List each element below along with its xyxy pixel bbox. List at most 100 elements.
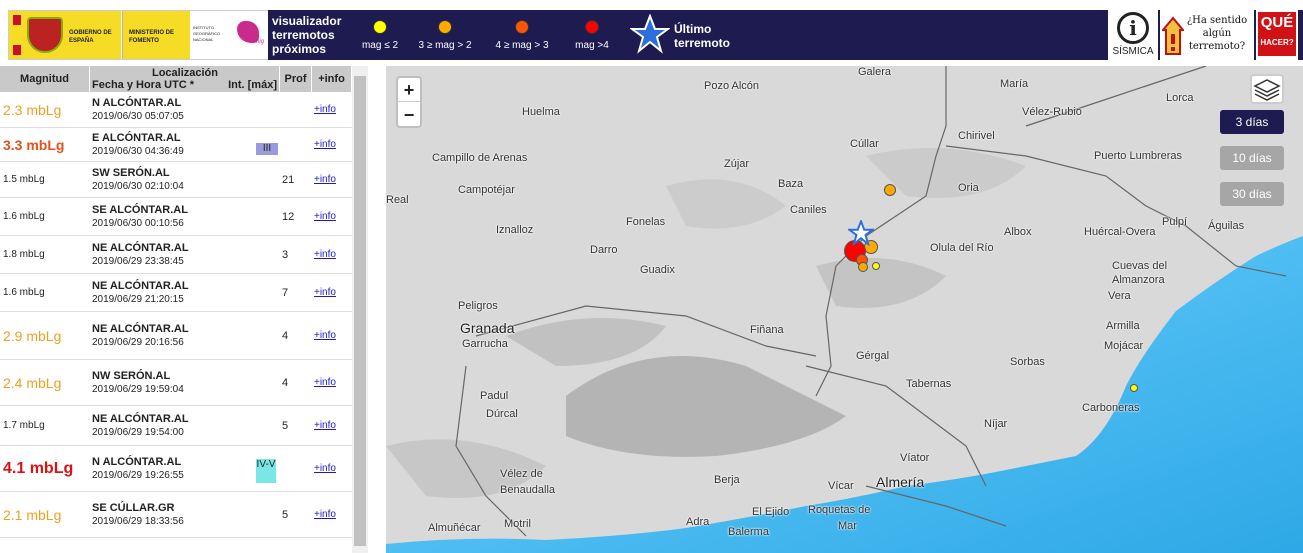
- depth-value: 4: [282, 376, 289, 389]
- header-localizacion[interactable]: Localización Fecha y Hora UTC * Int. [má…: [90, 66, 280, 92]
- layers-icon: [1253, 79, 1281, 101]
- magnitude-cell: 1.7 mbLg: [0, 406, 90, 445]
- more-info-link[interactable]: +info: [314, 446, 336, 491]
- town-label: Campillo de Arenas: [432, 152, 528, 164]
- sismica-info-button[interactable]: i SÍSMICA: [1108, 10, 1158, 60]
- town-label: Pozo Alcón: [704, 80, 760, 92]
- coat-of-arms-icon: [27, 17, 63, 53]
- table-row[interactable]: 1.5 mbLg SW SERÓN.AL 2019/06/30 02:10:04 21…: [0, 162, 352, 198]
- more-info-link[interactable]: +info: [314, 274, 336, 311]
- town-label: Padul: [480, 390, 509, 402]
- town-label: María: [1000, 78, 1029, 90]
- legend-label: 4 ≥ mag > 3: [495, 40, 549, 51]
- more-info-link[interactable]: +info: [314, 360, 336, 405]
- town-label: Vélez-Rubio: [1022, 106, 1082, 118]
- town-label: Benaudalla: [500, 484, 556, 496]
- more-info-link[interactable]: +info: [314, 406, 336, 445]
- table-row[interactable]: 2.1 mbLg SE CÚLLAR.GR 2019/06/29 18:33:56 5…: [0, 492, 352, 538]
- town-label: Huércal-Overa: [1084, 226, 1156, 238]
- town-label: Darro: [590, 244, 618, 256]
- header-loc-title: Localización: [151, 67, 219, 79]
- zoom-in-button[interactable]: +: [398, 78, 420, 102]
- table-row[interactable]: 1.8 mbLg NE ALCÓNTAR.AL 2019/06/29 23:38:4…: [0, 236, 352, 274]
- institution-logos[interactable]: GOBIERNO DE ESPAÑA MINISTERIO DE FOMENTO…: [8, 10, 269, 60]
- table-row[interactable]: 4.1 mbLg N ALCÓNTAR.AL 2019/06/29 19:26:55…: [0, 446, 352, 492]
- depth-value: [282, 446, 308, 491]
- date-time: 2019/06/29 19:54:00: [92, 427, 184, 438]
- town-label: Galera: [858, 66, 892, 78]
- town-label: Almuñécar: [428, 522, 481, 534]
- quake-marker-yellow[interactable]: [872, 262, 880, 270]
- more-info-link[interactable]: +info: [314, 492, 336, 537]
- que-hacer-button[interactable]: QUÉ HACER?: [1256, 10, 1298, 60]
- magnitude-cell: 2.4 mbLg: [0, 360, 90, 405]
- ign-logo: INSTITUTO GEOGRÁFICO NACIONAL: [191, 11, 231, 59]
- table-row[interactable]: 1.6 mbLg SE ALCÓNTAR.AL 2019/06/30 00:10:5…: [0, 198, 352, 236]
- header-intensidad: Int. [máx]: [228, 79, 277, 91]
- town-label: Chirivel: [958, 130, 995, 142]
- header-info: +info: [312, 66, 352, 92]
- quake-marker-yellow[interactable]: [1130, 384, 1138, 392]
- more-info-link[interactable]: +info: [314, 312, 336, 359]
- town-label: Peligros: [458, 300, 498, 312]
- legend-label: 3 ≥ mag > 2: [418, 40, 472, 51]
- town-label: Puerto Lumbreras: [1094, 150, 1183, 162]
- felt-report-button[interactable]: ¿Ha sentido algún terremoto?: [1160, 10, 1254, 60]
- cnig-logo: cnig: [231, 11, 269, 59]
- house-alert-icon: [1162, 16, 1184, 55]
- filter-30-days-button[interactable]: 30 días: [1220, 182, 1284, 206]
- zoom-out-button[interactable]: −: [398, 103, 420, 127]
- filter-10-days-button[interactable]: 10 días: [1220, 146, 1284, 170]
- header-magnitud[interactable]: Magnitud: [0, 66, 90, 92]
- legend-dot-red-icon: [585, 20, 599, 34]
- table-row[interactable]: 2.3 mbLg N ALCÓNTAR.AL 2019/06/30 05:07:05…: [0, 92, 352, 128]
- more-info-link[interactable]: +info: [314, 236, 336, 273]
- magnitude-cell: 1.8 mbLg: [0, 236, 90, 273]
- header-prof[interactable]: Prof: [280, 66, 312, 92]
- town-label: Iznalloz: [496, 224, 534, 236]
- filter-3-days-button[interactable]: 3 días: [1220, 110, 1284, 134]
- ign-text: INSTITUTO GEOGRÁFICO NACIONAL: [193, 25, 221, 42]
- sismica-label: SÍSMICA: [1112, 46, 1154, 57]
- legend-mag-3-4: 4 ≥ mag > 3: [486, 10, 558, 60]
- town-label: Carboneras: [1082, 402, 1140, 414]
- magnitude-value: 2.3 mbLg: [3, 101, 62, 118]
- depth-value: 12: [282, 210, 295, 223]
- latest-quake-star-icon[interactable]: [848, 220, 874, 246]
- town-label: Berja: [714, 474, 740, 486]
- more-info-link[interactable]: +info: [314, 128, 336, 161]
- town-label: Balerma: [728, 526, 769, 538]
- magnitude-value: 4.1 mbLg: [3, 459, 74, 477]
- list-scrollbar[interactable]: [352, 66, 368, 553]
- depth-value: 5: [282, 419, 289, 432]
- more-info-link[interactable]: +info: [314, 92, 336, 127]
- location-name: NE ALCÓNTAR.AL: [92, 413, 189, 425]
- legend-label: mag >4: [575, 40, 609, 51]
- spain-flag-icon: [13, 15, 21, 55]
- quake-marker-orange[interactable]: [884, 184, 896, 196]
- town-label: Mojácar: [1104, 340, 1144, 352]
- hacer-text: HACER?: [1260, 38, 1294, 47]
- quake-marker-orange[interactable]: [858, 262, 868, 272]
- table-row[interactable]: 1.6 mbLg NE ALCÓNTAR.AL 2019/06/29 21:20:1…: [0, 274, 352, 312]
- magnitude-cell: 2.9 mbLg: [0, 312, 90, 359]
- magnitude-cell: 4.1 mbLg: [0, 446, 90, 491]
- table-row[interactable]: 1.7 mbLg NE ALCÓNTAR.AL 2019/06/29 19:54:0…: [0, 406, 352, 446]
- more-info-link[interactable]: +info: [314, 162, 336, 197]
- date-time: 2019/06/30 04:36:49: [92, 146, 184, 157]
- layers-button[interactable]: [1250, 74, 1284, 104]
- zoom-control: + −: [396, 76, 422, 128]
- more-info-link[interactable]: +info: [314, 198, 336, 235]
- map-view[interactable]: Galera Pozo Alcón María Huelma Vélez-Rubio Lo…: [386, 66, 1303, 553]
- location-name: SE CÚLLAR.GR: [92, 502, 175, 514]
- scrollbar-thumb[interactable]: [354, 76, 366, 546]
- depth-value: 7: [282, 286, 289, 299]
- town-label: Zújar: [724, 158, 750, 170]
- earthquake-list-panel: Magnitud Localización Fecha y Hora UTC *…: [0, 66, 368, 553]
- town-label: Níjar: [984, 418, 1008, 430]
- date-time: 2019/06/29 19:26:55: [92, 470, 184, 481]
- table-row[interactable]: 3.3 mbLg E ALCÓNTAR.AL 2019/06/30 04:36:49…: [0, 128, 352, 162]
- table-row[interactable]: 2.9 mbLg NE ALCÓNTAR.AL 2019/06/29 20:16:5…: [0, 312, 352, 360]
- magnitude-value: 1.8 mbLg: [3, 249, 45, 260]
- table-row[interactable]: 2.4 mbLg NW SERÓN.AL 2019/06/29 19:59:04 4 +…: [0, 360, 352, 406]
